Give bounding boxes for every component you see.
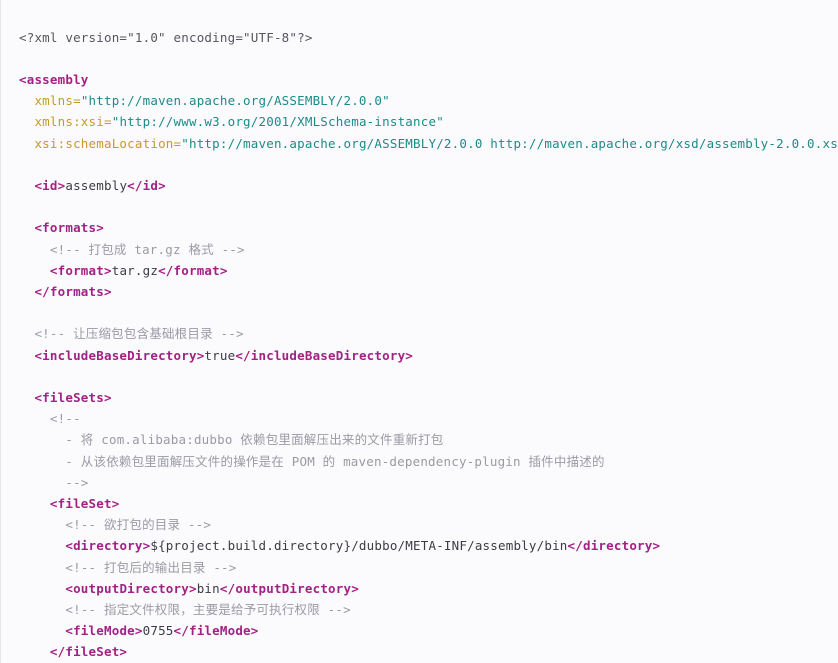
code-line: <fileSet> bbox=[1, 493, 838, 514]
token-cmt: <!-- 打包后的输出目录 --> bbox=[65, 559, 237, 575]
code-line: <!-- 欲打包的目录 --> bbox=[1, 514, 838, 535]
token-text: true bbox=[204, 347, 236, 363]
code-line: <fileMode>0755</fileMode> bbox=[1, 620, 838, 641]
token-decl: <?xml version="1.0" encoding="UTF-8"?> bbox=[19, 29, 313, 45]
token-cmt: - 从该依赖包里面解压文件的操作是在 POM 的 maven-dependenc… bbox=[65, 453, 605, 469]
code-line: <!-- 打包成 tar.gz 格式 --> bbox=[1, 239, 838, 260]
code-line: <directory>${project.build.directory}/du… bbox=[1, 535, 838, 556]
code-line: <id>assembly</id> bbox=[1, 175, 838, 196]
token-text: ${project.build.directory}/dubbo/META-IN… bbox=[150, 538, 568, 554]
code-line: xmlns="http://maven.apache.org/ASSEMBLY/… bbox=[1, 90, 838, 111]
token-tag: <outputDirectory> bbox=[65, 580, 197, 596]
code-line: <!-- 让压缩包包含基础根目录 --> bbox=[1, 323, 838, 344]
token-tag: <formats> bbox=[34, 220, 104, 236]
code-line: <!-- 指定文件权限，主要是给予可执行权限 --> bbox=[1, 599, 838, 620]
code-line: <?xml version="1.0" encoding="UTF-8"?> bbox=[1, 27, 838, 48]
code-line: </formats> bbox=[1, 281, 838, 302]
code-line: - 从该依赖包里面解压文件的操作是在 POM 的 maven-dependenc… bbox=[1, 451, 838, 472]
token-cmt: --> bbox=[65, 474, 89, 490]
token-tag: <id> bbox=[34, 177, 66, 193]
token-tag: <includeBaseDirectory> bbox=[34, 347, 205, 363]
token-tag: <format> bbox=[49, 262, 112, 278]
token-tag: </id> bbox=[127, 177, 166, 193]
token-tag: </directory> bbox=[567, 538, 661, 554]
token-attr: xsi:schemaLocation= bbox=[34, 135, 182, 151]
xml-code-block[interactable]: <?xml version="1.0" encoding="UTF-8"?> <… bbox=[0, 0, 838, 663]
token-cmt: <!-- 指定文件权限，主要是给予可执行权限 --> bbox=[65, 601, 351, 617]
code-line: <!-- 打包后的输出目录 --> bbox=[1, 557, 838, 578]
token-text: assembly bbox=[65, 177, 128, 193]
token-tag: </fileMode> bbox=[173, 623, 259, 639]
token-text: tar.gz bbox=[111, 262, 159, 278]
code-line: <!-- bbox=[1, 408, 838, 429]
code-line: <outputDirectory>bin</outputDirectory> bbox=[1, 578, 838, 599]
code-line: - 将 com.alibaba:dubbo 依赖包里面解压出来的文件重新打包 bbox=[1, 429, 838, 450]
code-lines-container: <?xml version="1.0" encoding="UTF-8"?> <… bbox=[1, 27, 838, 663]
token-val: "http://maven.apache.org/ASSEMBLY/2.0.0" bbox=[80, 93, 390, 109]
code-line: <fileSets> bbox=[1, 387, 838, 408]
token-cmt: - 将 com.alibaba:dubbo 依赖包里面解压出来的文件重新打包 bbox=[65, 432, 444, 448]
code-line: xsi:schemaLocation="http://maven.apache.… bbox=[1, 133, 838, 154]
token-tag: </format> bbox=[158, 262, 228, 278]
token-attr: xmlns:xsi= bbox=[34, 114, 112, 130]
token-tag: </includeBaseDirectory> bbox=[235, 347, 414, 363]
token-tag: <fileSet> bbox=[49, 495, 120, 511]
token-tag: </fileSet> bbox=[49, 644, 128, 660]
token-cmt: <!-- 打包成 tar.gz 格式 --> bbox=[49, 241, 245, 257]
code-line: <formats> bbox=[1, 217, 838, 238]
code-line: <format>tar.gz</format> bbox=[1, 260, 838, 281]
token-tag: </outputDirectory> bbox=[219, 580, 359, 596]
token-val: "http://maven.apache.org/ASSEMBLY/2.0.0 … bbox=[181, 135, 838, 151]
token-tag: <directory> bbox=[65, 538, 151, 554]
token-cmt: <!-- bbox=[49, 411, 81, 427]
token-attr: xmlns= bbox=[34, 93, 81, 109]
token-tag: </formats> bbox=[34, 283, 112, 299]
code-content[interactable]: <?xml version="1.0" encoding="UTF-8"?> <… bbox=[1, 27, 838, 663]
token-cmt: <!-- 让压缩包包含基础根目录 --> bbox=[34, 326, 244, 342]
token-val: "http://www.w3.org/2001/XMLSchema-instan… bbox=[111, 114, 444, 130]
token-cmt: <!-- 欲打包的目录 --> bbox=[65, 517, 212, 533]
token-text: bin bbox=[196, 580, 220, 596]
token-text: 0755 bbox=[142, 623, 174, 639]
token-tag: <fileMode> bbox=[65, 623, 143, 639]
code-line: <includeBaseDirectory>true</includeBaseD… bbox=[1, 345, 838, 366]
token-tag: <assembly bbox=[19, 71, 89, 87]
code-line: xmlns:xsi="http://www.w3.org/2001/XMLSch… bbox=[1, 111, 838, 132]
code-line: --> bbox=[1, 472, 838, 493]
code-line: <assembly bbox=[1, 69, 838, 90]
token-tag: <fileSets> bbox=[34, 389, 112, 405]
code-line: </fileSet> bbox=[1, 641, 838, 662]
